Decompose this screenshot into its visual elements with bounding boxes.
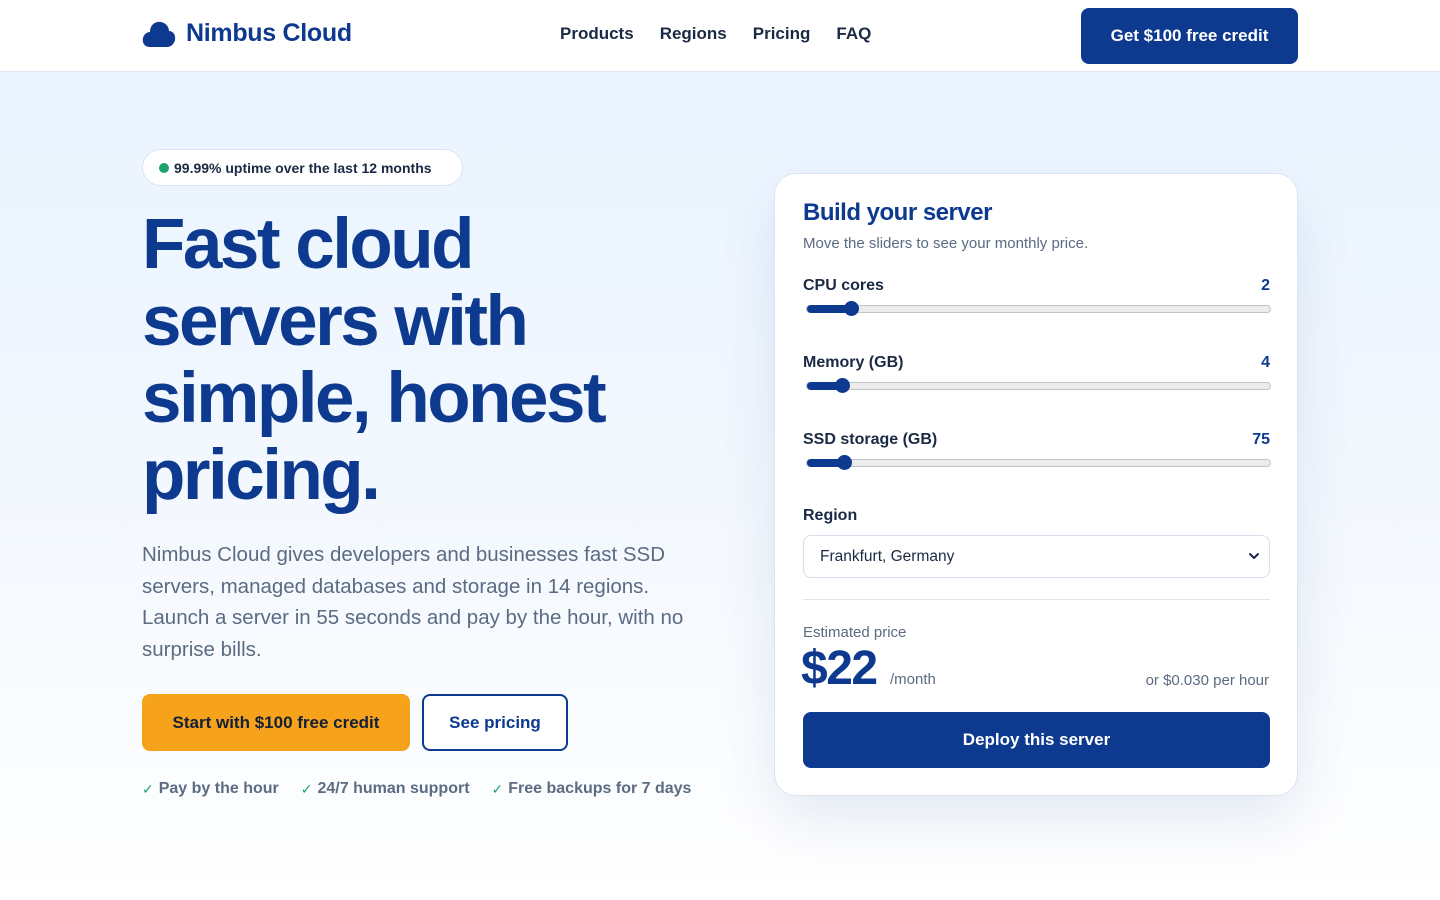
brand-name: Nimbus Cloud [186, 18, 352, 47]
site-header: Nimbus Cloud Products Regions Pricing FA… [0, 0, 1440, 72]
perk-item: ✓ Free backups for 7 days [492, 780, 692, 798]
uptime-badge-text: 99.99% uptime over the last 12 months [174, 159, 432, 176]
see-pricing-button[interactable]: See pricing [422, 694, 568, 751]
perk-item: ✓ Pay by the hour [142, 780, 279, 798]
memory-slider-thumb[interactable] [835, 378, 850, 393]
price-amount: $22 [801, 642, 878, 695]
check-icon: ✓ [300, 780, 313, 797]
storage-slider-thumb[interactable] [837, 455, 852, 470]
memory-slider-label: Memory (GB) [803, 354, 904, 371]
storage-slider[interactable] [806, 455, 1271, 470]
perks-list: ✓ Pay by the hour ✓ 24/7 human support ✓… [142, 780, 691, 798]
storage-slider-label: SSD storage (GB) [803, 431, 938, 448]
check-icon: ✓ [142, 780, 154, 797]
perk-label: Free backups for 7 days [508, 780, 692, 797]
brand[interactable]: Nimbus Cloud [142, 17, 352, 49]
region-selected-value: Frankfurt, Germany [820, 547, 955, 565]
hourly-price: or $0.030 per hour [1145, 672, 1269, 689]
chevron-down-icon [1249, 553, 1259, 559]
header-free-credit-button[interactable]: Get $100 free credit [1081, 8, 1298, 64]
perk-item: ✓ 24/7 human support [301, 780, 470, 798]
hero-title-line: Fast cloud [142, 205, 475, 284]
uptime-badge: 99.99% uptime over the last 12 months [142, 149, 463, 186]
nav-link-faq[interactable]: FAQ [836, 24, 871, 44]
nav-link-pricing[interactable]: Pricing [753, 24, 811, 44]
main-nav: Products Regions Pricing FAQ [560, 24, 871, 44]
divider [803, 599, 1270, 600]
server-builder-card: Build your server Move the sliders to se… [774, 173, 1298, 796]
cpu-slider[interactable] [806, 301, 1271, 316]
region-select[interactable]: Frankfurt, Germany [803, 535, 1270, 578]
cpu-slider-label: CPU cores [803, 277, 884, 294]
deploy-server-button[interactable]: Deploy this server [803, 712, 1270, 768]
status-dot-icon [159, 162, 169, 173]
nav-link-regions[interactable]: Regions [660, 24, 727, 44]
memory-slider-value: 4 [1261, 354, 1270, 371]
perk-label: Pay by the hour [158, 780, 279, 797]
nav-link-products[interactable]: Products [560, 24, 634, 44]
cpu-slider-thumb[interactable] [844, 301, 859, 316]
hero-title: Fast cloud servers with simple, honest p… [142, 206, 722, 514]
estimate-label: Estimated price [803, 624, 907, 641]
memory-slider[interactable] [806, 378, 1271, 393]
start-free-credit-button[interactable]: Start with $100 free credit [142, 694, 410, 751]
price-period: /month [890, 671, 936, 688]
perk-label: 24/7 human support [317, 780, 470, 797]
hero-title-line: simple, honest [142, 359, 607, 438]
region-label: Region [803, 507, 858, 524]
hero-title-line: pricing. [142, 436, 381, 515]
storage-slider-value: 75 [1252, 431, 1270, 448]
cpu-slider-value: 2 [1261, 277, 1270, 294]
check-icon: ✓ [491, 780, 504, 797]
builder-title: Build your server [803, 199, 992, 226]
builder-subtitle: Move the sliders to see your monthly pri… [803, 235, 1089, 252]
hero-title-line: servers with [142, 282, 529, 361]
cloud-logo-icon [142, 21, 176, 47]
hero-subtitle: Nimbus Cloud gives developers and busine… [142, 543, 684, 661]
